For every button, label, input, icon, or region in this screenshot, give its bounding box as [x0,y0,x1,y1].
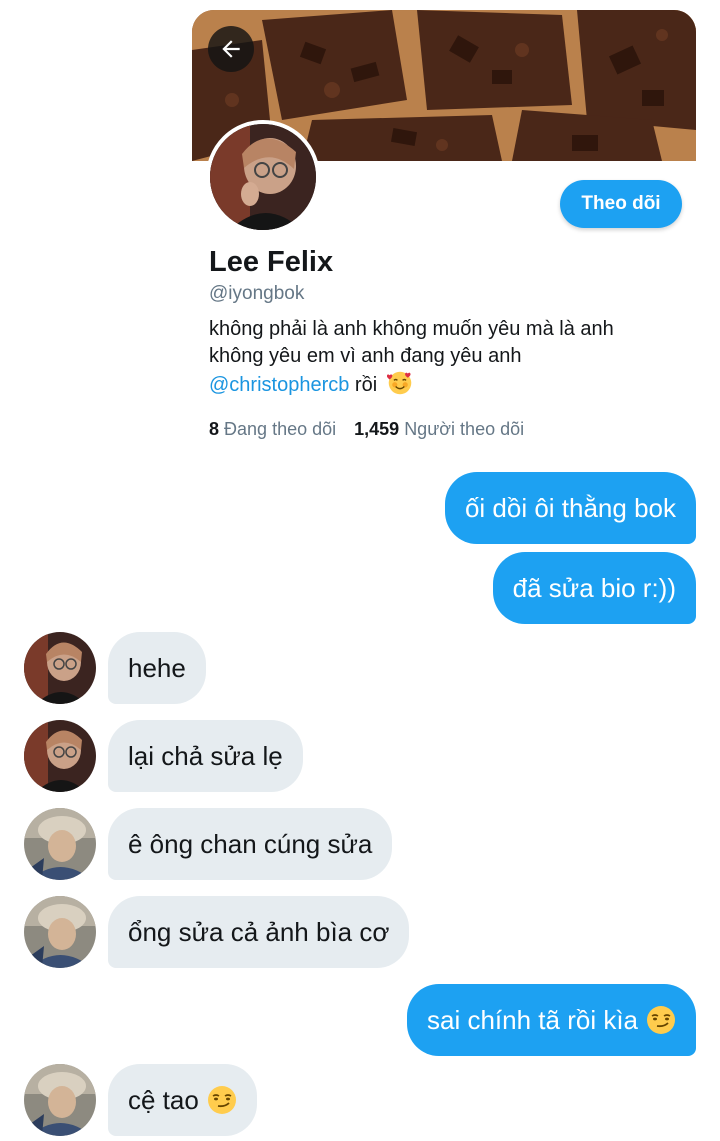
bio-line-3: @christophercb rồi [209,370,689,399]
friend-avatar[interactable] [24,896,96,968]
profile-stats: 8 Đang theo dõi 1,459 Người theo dõi [209,419,524,440]
profile-card: Theo dõi Lee Felix @iyongbok không phải … [192,10,696,450]
bio-mention-link[interactable]: @christophercb [209,374,349,396]
message-bubble-received[interactable]: hehe [108,632,206,704]
bio-line-2: không yêu em vì anh đang yêu anh [209,345,522,367]
profile-avatar[interactable] [206,120,320,234]
message-bubble-received[interactable]: lại chả sửa lẹ [108,720,303,792]
felix-avatar[interactable] [24,632,96,704]
message-bubble-sent[interactable]: sai chính tã rồi kìa [407,984,696,1056]
back-button[interactable] [208,26,254,72]
smirking-face-icon [647,1006,675,1034]
bio-line-1: không phải là anh không muốn yêu mà là a… [209,318,614,340]
smiling-face-with-hearts-icon [386,371,412,395]
bio-tail: rồi [349,374,378,396]
profile-name: Lee Felix [209,246,334,278]
followers-stat[interactable]: 1,459 Người theo dõi [354,419,524,439]
profile-bio: không phải là anh không muốn yêu mà là a… [209,316,689,399]
message-bubble-sent[interactable]: ối dồi ôi thằng bok [444,472,696,544]
following-stat[interactable]: 8 Đang theo dõi [209,419,336,439]
arrow-left-icon [222,40,240,58]
friend-avatar[interactable] [24,808,96,880]
felix-avatar[interactable] [24,720,96,792]
message-bubble-received[interactable]: ổng sửa cả ảnh bìa cơ [108,896,410,968]
profile-handle: @iyongbok [209,283,305,304]
follow-button[interactable]: Theo dõi [560,180,682,228]
smirking-face-icon [207,1086,236,1114]
message-bubble-received[interactable]: ê ông chan cúng sửa [108,808,393,880]
message-bubble-sent[interactable]: đã sửa bio r:)) [492,552,696,624]
message-bubble-received[interactable]: cệ tao [108,1064,257,1136]
friend-avatar[interactable] [24,1064,96,1136]
